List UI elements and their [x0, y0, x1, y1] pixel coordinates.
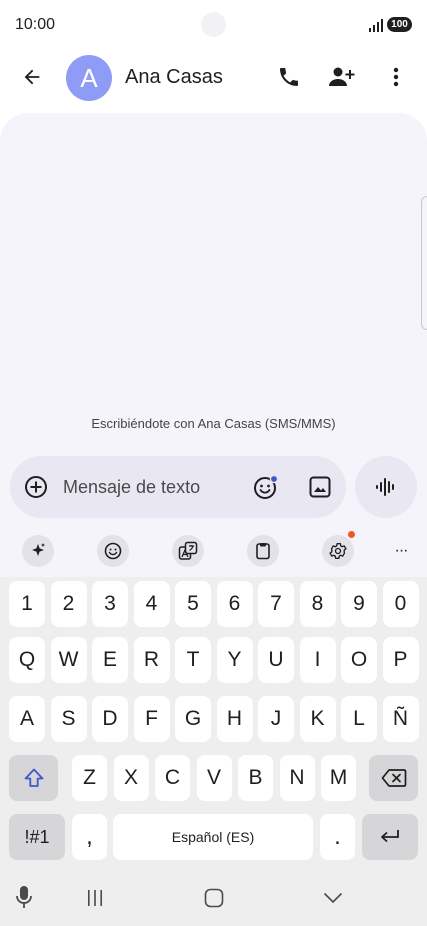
enter-key[interactable] [362, 814, 418, 860]
call-button[interactable] [269, 57, 309, 97]
hide-keyboard-button[interactable] [318, 883, 348, 913]
voice-message-button[interactable] [355, 456, 417, 518]
number-key[interactable]: 9 [341, 581, 377, 627]
notification-dot [348, 531, 355, 538]
number-key[interactable]: 8 [299, 581, 336, 627]
messages-screen: 10:00 100 A Ana Casas Escribiéndote con … [0, 0, 427, 926]
letter-key[interactable]: O [341, 637, 377, 683]
letter-key[interactable]: V [196, 755, 232, 801]
letter-key[interactable]: N [279, 755, 315, 801]
home-icon [204, 888, 224, 908]
letter-key[interactable]: A [9, 696, 45, 742]
hide-keyboard-icon [323, 892, 343, 904]
letter-key[interactable]: S [50, 696, 87, 742]
letter-key[interactable]: L [341, 696, 377, 742]
shift-key[interactable] [9, 755, 58, 801]
number-key[interactable]: 5 [175, 581, 211, 627]
clipboard-icon [256, 543, 270, 560]
conversation-note: Escribiéndote con Ana Casas (SMS/MMS) [91, 416, 336, 431]
letter-key[interactable]: D [92, 696, 128, 742]
contact-name[interactable]: Ana Casas [125, 66, 223, 89]
add-circle-icon [25, 476, 47, 498]
image-icon [309, 476, 331, 498]
status-bar: 10:00 100 [0, 0, 427, 50]
attach-button[interactable] [16, 467, 56, 507]
number-key[interactable]: 6 [216, 581, 253, 627]
letter-key[interactable]: H [216, 696, 253, 742]
enter-icon [381, 830, 399, 843]
phone-icon [280, 68, 298, 86]
number-key[interactable]: 1 [9, 581, 45, 627]
more-vert-icon [393, 67, 399, 87]
translate-button[interactable] [172, 535, 204, 567]
backspace-key[interactable] [369, 755, 418, 801]
back-button[interactable] [12, 57, 52, 97]
add-contact-button[interactable] [322, 57, 362, 97]
add-person-icon [329, 67, 355, 86]
back-arrow-icon [24, 69, 40, 85]
more-horiz-icon[interactable]: ··· [385, 539, 417, 563]
message-input[interactable]: Mensaje de texto [63, 477, 200, 498]
recent-apps-icon [88, 890, 102, 906]
letter-key[interactable]: W [50, 637, 87, 683]
voice-wave-icon [376, 478, 394, 496]
battery-icon: 100 [387, 17, 412, 32]
clipboard-button[interactable] [247, 535, 279, 567]
letter-key[interactable]: I [299, 637, 336, 683]
gallery-button[interactable] [300, 467, 340, 507]
letter-key[interactable]: P [382, 637, 419, 683]
letter-key[interactable]: Ñ [382, 696, 419, 742]
letter-key[interactable]: G [175, 696, 211, 742]
backspace-icon [381, 769, 406, 787]
front-camera [201, 12, 226, 37]
emoji-keyboard-button[interactable] [97, 535, 129, 567]
number-key[interactable]: 7 [258, 581, 294, 627]
keyboard: 1234567890 QWERTYUIOP ASDFGHJKLÑ ZXCVBNM… [0, 577, 427, 867]
home-button[interactable] [199, 883, 229, 913]
letter-key[interactable]: Y [216, 637, 253, 683]
signal-icon [369, 19, 383, 32]
letter-key[interactable]: F [133, 696, 170, 742]
shift-icon [24, 768, 43, 787]
space-key[interactable]: Español (ES) [113, 814, 313, 860]
more-options-button[interactable] [376, 57, 416, 97]
number-key[interactable]: 4 [133, 581, 170, 627]
scroll-handle[interactable] [421, 196, 427, 330]
status-time: 10:00 [15, 16, 56, 33]
letter-key[interactable]: Z [72, 755, 107, 801]
mic-icon [16, 886, 32, 908]
letter-key[interactable]: B [238, 755, 273, 801]
emoji-button[interactable] [246, 467, 286, 507]
ai-tools-button[interactable] [22, 535, 54, 567]
letter-key[interactable]: R [133, 637, 170, 683]
translate-icon [178, 541, 198, 560]
number-key[interactable]: 3 [92, 581, 128, 627]
keyboard-settings-button[interactable] [322, 535, 354, 567]
letter-key[interactable]: K [299, 696, 336, 742]
settings-icon [329, 543, 347, 559]
comma-key[interactable]: , [72, 814, 107, 860]
avatar[interactable]: A [66, 55, 112, 101]
letter-key[interactable]: J [258, 696, 294, 742]
emoji-icon [104, 542, 122, 560]
symbols-key[interactable]: !#1 [9, 814, 65, 860]
number-key[interactable]: 0 [382, 581, 419, 627]
emoji-icon [254, 474, 279, 499]
letter-key[interactable]: M [321, 755, 356, 801]
voice-input-button[interactable] [10, 883, 38, 911]
number-key[interactable]: 2 [50, 581, 87, 627]
compose-bar: Mensaje de texto [10, 456, 346, 518]
navigation-bar [0, 867, 427, 926]
sparkle-icon [32, 543, 45, 556]
letter-key[interactable]: X [113, 755, 149, 801]
letter-key[interactable]: U [258, 637, 294, 683]
period-key[interactable]: . [320, 814, 355, 860]
keyboard-toolbar: ··· [0, 525, 427, 577]
letter-key[interactable]: T [175, 637, 211, 683]
recent-apps-button[interactable] [80, 883, 110, 913]
letter-key[interactable]: E [92, 637, 128, 683]
letter-key[interactable]: Q [9, 637, 45, 683]
letter-key[interactable]: C [155, 755, 190, 801]
